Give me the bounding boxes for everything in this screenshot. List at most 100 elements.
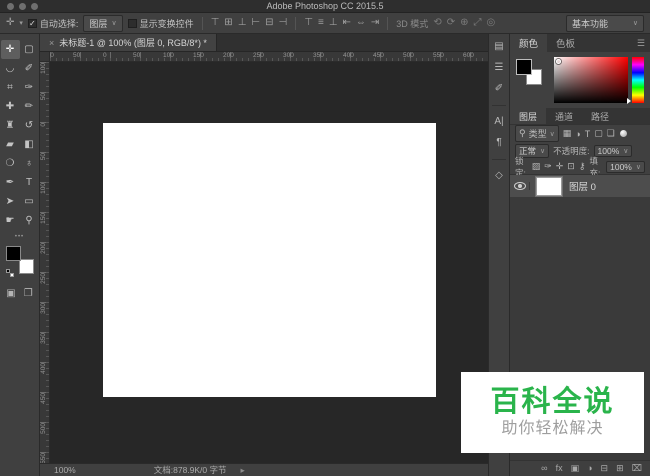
layer-style-icon[interactable]: fx xyxy=(556,464,563,473)
history-brush-tool[interactable]: ↺ xyxy=(20,116,39,135)
healing-brush-tool[interactable]: ✚ xyxy=(1,97,20,116)
quick-selection-tool[interactable]: ✐ xyxy=(20,59,39,78)
delete-layer-icon[interactable]: ⌧ xyxy=(632,464,642,473)
workspace-name: 基本功能 xyxy=(572,18,609,29)
move-tool[interactable]: ✛ xyxy=(0,40,20,59)
distribute-horizontal-centers-icon[interactable]: ⇔ xyxy=(356,18,366,28)
filter-smart-objects-icon[interactable]: ❏ xyxy=(607,128,615,139)
align-vertical-centers-icon[interactable]: ⊞ xyxy=(224,18,232,28)
distribute-bottom-edges-icon[interactable]: ⊥ xyxy=(329,18,338,28)
show-transform-controls-checkbox[interactable]: 显示变换控件 xyxy=(127,17,194,30)
v-ruler-label: 200 xyxy=(40,243,47,254)
hand-tool[interactable]: ☛ xyxy=(1,211,20,230)
3d-slide-icon[interactable]: ⤢ xyxy=(473,18,481,28)
3d-drag-icon[interactable]: ⊕ xyxy=(460,18,468,28)
auto-select-target-dropdown[interactable]: 图层 ∨ xyxy=(83,14,123,32)
paragraph-icon[interactable]: ¶ xyxy=(496,138,501,148)
workspace-switcher-dropdown[interactable]: 基本功能 ∨ xyxy=(566,14,644,32)
align-horizontal-centers-icon[interactable]: ⊟ xyxy=(265,18,273,28)
foreground-color-swatch[interactable] xyxy=(5,246,21,261)
marquee-tool[interactable]: ▢ xyxy=(20,40,39,59)
auto-select-checkbox[interactable]: ✓ 自动选择: xyxy=(27,17,78,30)
brush-tool[interactable]: ✏ xyxy=(20,97,39,116)
quick-mask-mode-button[interactable]: ▣ xyxy=(6,288,15,299)
pen-tool[interactable]: ✒ xyxy=(1,173,20,192)
document-tab[interactable]: × 未标题-1 @ 100% (图层 0, RGB/8*) * xyxy=(40,34,217,51)
layer-filter-type-dropdown[interactable]: ⚲ 类型 ∨ xyxy=(515,125,559,142)
clone-stamp-tool[interactable]: ♜ xyxy=(1,116,20,135)
layer-name[interactable]: 图层 0 xyxy=(569,179,596,193)
fill-dropdown[interactable]: 100% ∨ xyxy=(606,160,645,173)
tab-swatches[interactable]: 色板 xyxy=(547,34,584,52)
filter-pixel-layers-icon[interactable]: ▦ xyxy=(563,128,572,139)
layer-filter-toggle[interactable] xyxy=(619,130,627,137)
color-picker-marker[interactable] xyxy=(556,59,561,64)
chevron-down-icon: ∨ xyxy=(540,147,546,155)
3d-scale-icon[interactable]: ◎ xyxy=(486,18,495,28)
properties-icon[interactable]: ☰ xyxy=(495,63,504,73)
libraries-icon[interactable]: ◇ xyxy=(495,171,503,181)
brush-settings-icon[interactable]: ✐ xyxy=(495,84,503,94)
path-selection-tool[interactable]: ➤ xyxy=(1,192,20,211)
status-chevron-icon[interactable]: ▸ xyxy=(241,465,245,476)
layer-thumbnail[interactable] xyxy=(535,175,563,197)
foreground-color-swatch[interactable] xyxy=(516,59,532,75)
document-canvas[interactable] xyxy=(103,123,436,397)
layer-visibility-toggle[interactable] xyxy=(510,182,530,190)
link-layers-icon[interactable]: ∞ xyxy=(541,464,547,473)
tab-paths[interactable]: 路径 xyxy=(582,108,618,124)
hue-slider-marker[interactable] xyxy=(627,98,631,104)
saturation-brightness-picker[interactable] xyxy=(554,57,628,103)
3d-rotate-icon[interactable]: ⟲ xyxy=(433,18,441,28)
zoom-level-field[interactable]: 100% xyxy=(54,465,76,475)
zoom-tool[interactable]: ⚲ xyxy=(20,211,39,230)
v-ruler-label: 250 xyxy=(40,273,47,284)
eraser-tool[interactable]: ▰ xyxy=(1,135,20,154)
lock-transparent-pixels-icon[interactable]: ▨ xyxy=(532,161,541,172)
3d-roll-icon[interactable]: ⟳ xyxy=(447,18,455,28)
align-top-edges-icon[interactable]: ⊤ xyxy=(211,18,220,28)
layer-group-icon[interactable]: ⊟ xyxy=(601,464,609,473)
tool-preset-caret-icon[interactable]: ▾ xyxy=(19,19,23,27)
distribute-left-edges-icon[interactable]: ⇤ xyxy=(343,18,351,28)
close-tab-icon[interactable]: × xyxy=(49,38,54,48)
background-color-swatch[interactable] xyxy=(18,259,34,274)
dodge-tool[interactable]: ♁ xyxy=(20,154,39,173)
panel-menu-icon[interactable]: ☰ xyxy=(637,38,645,49)
type-tool[interactable]: T xyxy=(20,173,39,192)
distribute-right-edges-icon[interactable]: ⇥ xyxy=(371,18,379,28)
tab-layers[interactable]: 图层 xyxy=(510,108,547,124)
adjustment-layer-icon[interactable]: ◑ xyxy=(587,464,592,473)
filter-type-layers-icon[interactable]: T xyxy=(585,129,591,139)
tab-channels[interactable]: 通道 xyxy=(546,108,582,124)
character-icon[interactable]: A| xyxy=(494,117,503,127)
h-ruler-label: 100 xyxy=(50,52,54,59)
screen-mode-button[interactable]: ❐ xyxy=(24,288,33,299)
lasso-tool[interactable]: ◡ xyxy=(1,59,20,78)
distribute-top-edges-icon[interactable]: ⊤ xyxy=(304,18,313,28)
document-tab-title: 未标题-1 @ 100% (图层 0, RGB/8*) * xyxy=(59,38,207,48)
edit-toolbar-button[interactable]: ••• xyxy=(15,234,24,240)
shape-tool[interactable]: ▭ xyxy=(20,192,39,211)
layer-row[interactable]: 图层 0 xyxy=(510,175,650,197)
smudge-tool[interactable]: ❍ xyxy=(1,154,20,173)
lock-position-icon[interactable]: ✛ xyxy=(556,161,564,172)
new-layer-icon[interactable]: ⊞ xyxy=(616,464,624,473)
adjustments-icon[interactable]: ▤ xyxy=(494,42,503,52)
filter-adjustment-layers-icon[interactable]: ◑ xyxy=(575,129,580,139)
tab-color[interactable]: 颜色 xyxy=(510,34,548,52)
layer-mask-icon[interactable]: ▣ xyxy=(571,464,580,473)
gradient-tool[interactable]: ◧ xyxy=(20,135,39,154)
filter-shape-layers-icon[interactable]: ▢ xyxy=(594,128,603,139)
align-bottom-edges-icon[interactable]: ⊥ xyxy=(238,18,247,28)
lock-image-pixels-icon[interactable]: ✑ xyxy=(544,161,552,172)
align-left-edges-icon[interactable]: ⊢ xyxy=(251,18,260,28)
crop-tool[interactable]: ⌗ xyxy=(1,78,20,97)
eyedropper-tool[interactable]: ✑ xyxy=(20,78,39,97)
align-right-edges-icon[interactable]: ⊣ xyxy=(279,18,288,28)
default-colors-icon[interactable] xyxy=(5,269,14,277)
distribute-vertical-centers-icon[interactable]: ≡ xyxy=(318,18,324,28)
lock-artboard-icon[interactable]: ⊡ xyxy=(567,161,575,172)
lock-all-icon[interactable]: ⚷ xyxy=(579,161,586,172)
hue-slider[interactable] xyxy=(632,57,644,103)
